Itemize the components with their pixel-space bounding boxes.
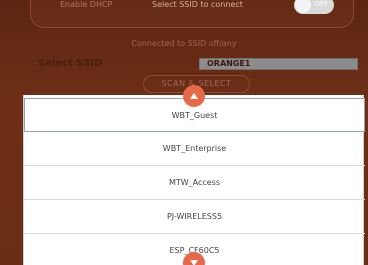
ssid-option[interactable]: MTW_Access xyxy=(24,166,365,200)
ssid-dropdown-list[interactable]: WBT_Guest WBT_Enterprise MTW_Access PJ-W… xyxy=(23,95,365,265)
scroll-up-button[interactable] xyxy=(183,85,205,107)
ssid-option[interactable]: WBT_Enterprise xyxy=(24,132,365,166)
connection-status: Connected to SSID off/any xyxy=(131,39,237,48)
ssid-option[interactable]: PJ-WIRELESS5 xyxy=(24,200,365,234)
ssid-option-label: MTW_Access xyxy=(168,178,221,187)
dhcp-toggle[interactable]: OFF xyxy=(294,0,334,14)
chevron-down-icon xyxy=(190,260,198,265)
ssid-option-label: PJ-WIRELESS5 xyxy=(166,212,223,221)
enable-dhcp-label: Enable DHCP xyxy=(60,0,113,9)
ssid-value: ORANGE1 xyxy=(207,59,251,68)
toggle-knob xyxy=(295,0,311,13)
toggle-label: OFF xyxy=(314,0,328,8)
chevron-up-icon xyxy=(190,93,198,99)
ssid-field[interactable]: ORANGE1 xyxy=(199,58,358,70)
ssid-option-label: WBT_Enterprise xyxy=(162,144,227,153)
select-ssid-label: Select SSID xyxy=(38,58,103,69)
select-ssid-hint: Select SSID to connect xyxy=(152,0,243,9)
